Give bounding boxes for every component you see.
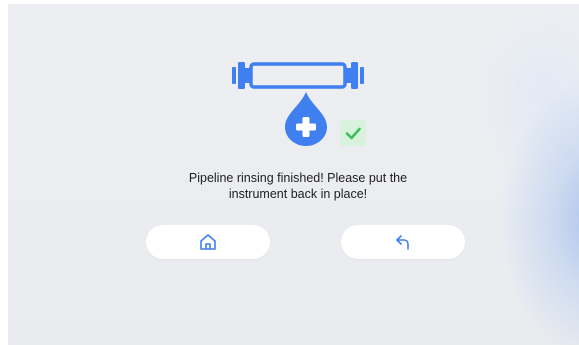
message-line-1: Pipeline rinsing finished! Please put th… <box>188 171 408 185</box>
check-icon <box>340 120 366 146</box>
rinse-complete-screen: Pipeline rinsing finished! Please put th… <box>8 4 579 345</box>
return-arrow-icon <box>396 235 409 250</box>
pipeline-illustration <box>228 54 388 154</box>
home-button[interactable] <box>146 225 270 259</box>
message-line-2: instrument back in place! <box>228 187 368 201</box>
completion-message: Pipeline rinsing finished! Please put th… <box>148 170 448 202</box>
back-button[interactable] <box>341 225 465 259</box>
home-icon <box>200 234 216 250</box>
